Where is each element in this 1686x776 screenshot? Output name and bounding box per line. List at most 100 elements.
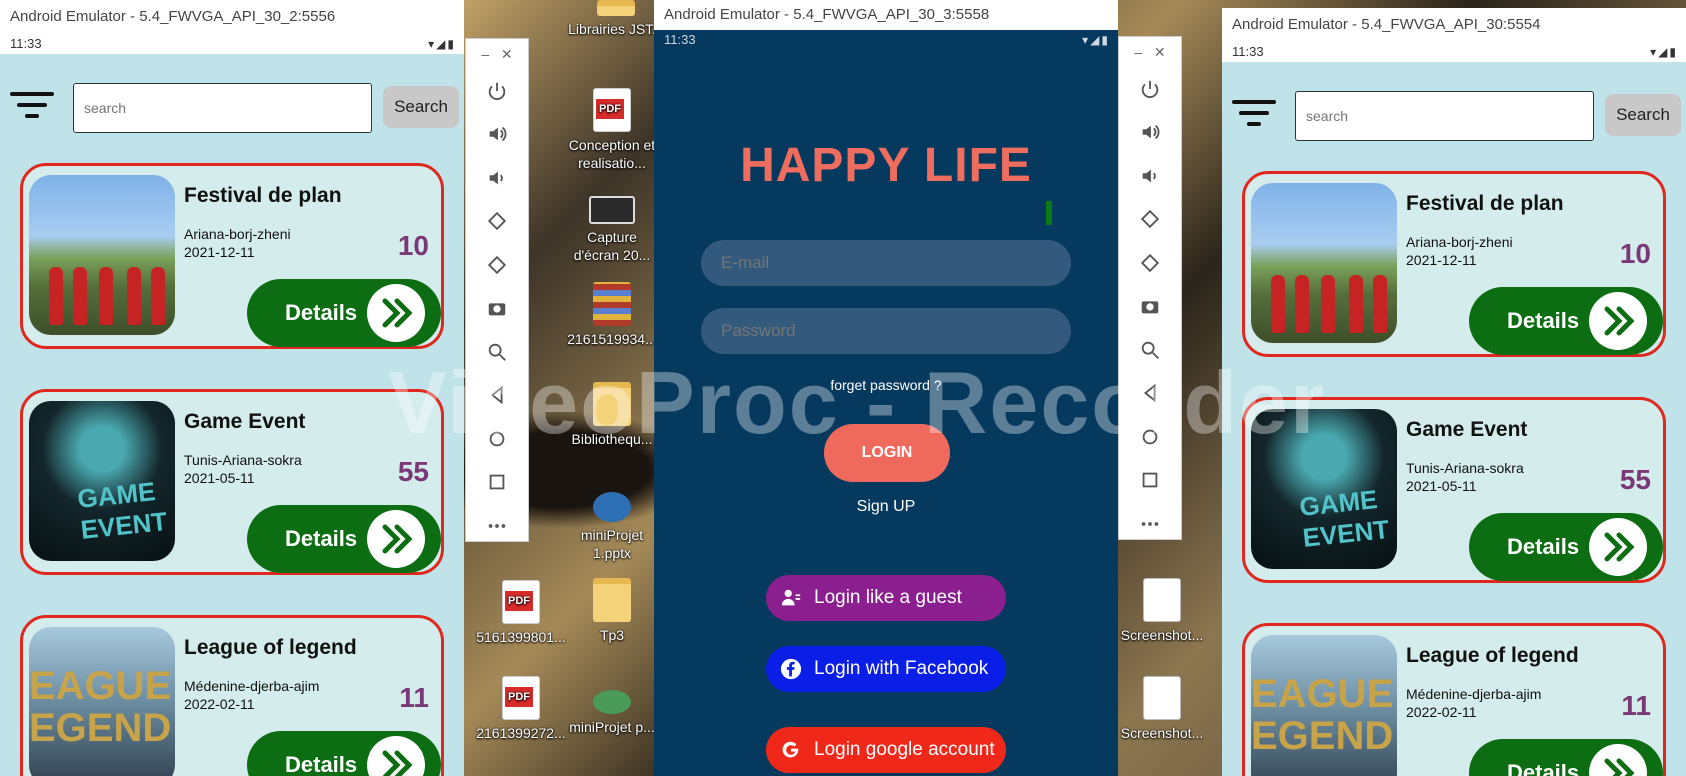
event-title: Festival de plan [184,184,342,207]
details-label: Details [285,526,358,551]
double-chevron-right-icon [367,284,425,342]
league-image: EAGUE EGEND [29,627,175,776]
volume-up-icon[interactable] [466,113,528,157]
facebook-login-button[interactable]: Login with Facebook [766,646,1006,692]
search-input[interactable] [1295,91,1594,141]
zoom-icon[interactable] [1119,328,1181,372]
event-location: Médenine-djerba-ajim [1406,686,1542,702]
details-button[interactable]: Details [247,279,441,347]
event-card: Festival de plan Ariana-borj-zheni 2021-… [20,163,444,349]
indicator-mark [1046,201,1052,225]
signup-link[interactable]: Sign UP [654,498,1118,516]
search-button[interactable]: Search [383,86,459,128]
power-icon[interactable] [1119,67,1181,111]
event-card: Festival de plan Ariana-borj-zheni 2021-… [1242,171,1666,357]
more-icon[interactable] [1119,502,1181,546]
facebook-login-label: Login with Facebook [814,658,989,679]
search-button[interactable]: Search [1605,94,1681,136]
search-input[interactable] [73,83,372,133]
email-field[interactable] [701,240,1071,286]
event-title: League of legend [184,636,357,659]
google-icon [780,739,802,761]
filter-icon[interactable] [10,92,54,126]
power-icon[interactable] [466,69,528,113]
guest-login-button[interactable]: Login like a guest [766,575,1006,621]
event-location: Tunis-Ariana-sokra [184,452,302,468]
powerpoint-file-icon [593,492,631,522]
festival-image [29,175,175,335]
event-count: 55 [1619,464,1651,495]
event-count: 55 [397,456,429,487]
desktop-icon[interactable]: Bibliothequ... [564,382,660,448]
zoom-icon[interactable] [466,330,528,374]
archive-file-icon [593,282,631,326]
volume-down-icon[interactable] [1119,154,1181,198]
home-icon[interactable] [1119,415,1181,459]
details-label: Details [1507,534,1580,559]
window-title: Android Emulator - 5.4_FWVGA_API_30:5554 [1222,8,1686,42]
overview-icon[interactable] [466,461,528,505]
password-field[interactable] [701,308,1071,354]
home-icon[interactable] [466,417,528,461]
volume-up-icon[interactable] [1119,111,1181,155]
desktop-icon[interactable]: Screenshot... [1114,578,1210,644]
status-bar: 11:33 ▾◢▮ [654,30,1118,50]
desktop-icon[interactable]: 2161519934... [564,282,660,348]
filter-icon[interactable] [1232,100,1276,134]
event-date: 2021-12-11 [1406,252,1477,268]
desktop-icon[interactable]: Screenshot... [1114,676,1210,742]
desktop-icon[interactable]: miniProjet 1.pptx [564,492,660,562]
rotate-left-icon[interactable] [1119,198,1181,242]
volume-down-icon[interactable] [466,156,528,200]
search-bar: Search [0,54,464,164]
powerpoint-file-icon [593,690,631,714]
desktop-icon[interactable]: 5161399801... [473,580,569,646]
document-file-icon [1143,578,1181,622]
overview-icon[interactable] [1119,459,1181,503]
game-event-image: GAME EVENT [29,401,175,561]
desktop-icon-label: Screenshot... [1120,627,1204,643]
details-button[interactable]: Details [1469,513,1663,581]
desktop-icon-label: 5161399801... [476,629,566,645]
details-button[interactable]: Details [1469,739,1663,776]
folder-icon [597,0,635,16]
image-file-icon [589,196,635,224]
search-bar: Search [1222,62,1686,172]
camera-icon[interactable] [1119,285,1181,329]
rotate-right-icon[interactable] [1119,241,1181,285]
details-button[interactable]: Details [1469,287,1663,355]
desktop-icon[interactable]: Conception et realisatio... [564,88,660,172]
login-button[interactable]: LOGIN [824,424,950,482]
event-count: 10 [397,230,429,261]
details-button[interactable]: Details [247,731,441,776]
desktop-icon-label: Librairies JST... [568,21,664,37]
google-login-button[interactable]: Login google account [766,727,1006,773]
forget-password-link[interactable]: forget password ? [654,377,1118,393]
league-image: EAGUE EGEND [1251,635,1397,776]
signal-battery-icons: ▾◢▮ [428,37,456,51]
desktop-icon-label: Tp3 [599,627,625,643]
desktop-icon-label: Conception et realisatio... [568,137,656,171]
rotate-right-icon[interactable] [466,243,528,287]
event-date: 2021-05-11 [1406,478,1477,494]
guest-login-label: Login like a guest [814,587,962,608]
desktop-icon-label: Capture d'écran 20... [573,229,651,263]
more-icon[interactable] [466,504,528,548]
festival-image [1251,183,1397,343]
window-controls[interactable]: – ✕ [466,39,528,69]
desktop-icon[interactable]: Capture d'écran 20... [564,196,660,264]
desktop-icon[interactable]: Librairies JST... [568,0,664,38]
back-icon[interactable] [466,374,528,418]
desktop-icon[interactable]: miniProjet p... [564,690,660,736]
window-controls[interactable]: – ✕ [1119,37,1181,67]
desktop-icon[interactable]: 2161399272... [473,676,569,742]
folder-icon [593,382,631,426]
camera-icon[interactable] [466,287,528,331]
back-icon[interactable] [1119,372,1181,416]
signal-battery-icons: ▾◢▮ [1650,45,1678,59]
center-emulator-window: Android Emulator - 5.4_FWVGA_API_30_3:55… [654,0,1118,776]
desktop-icon[interactable]: Tp3 [564,578,660,644]
details-label: Details [1507,760,1580,776]
details-button[interactable]: Details [247,505,441,573]
rotate-left-icon[interactable] [466,200,528,244]
